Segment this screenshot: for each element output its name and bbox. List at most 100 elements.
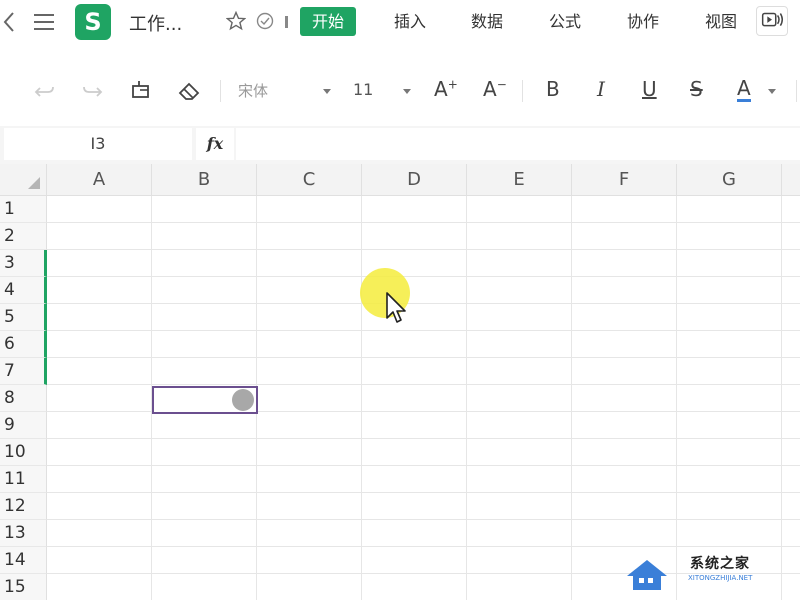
grid-cell[interactable] (677, 223, 782, 250)
row-header[interactable]: 9 (0, 412, 47, 439)
row-header[interactable]: 8 (0, 385, 47, 412)
tab-collaborate[interactable]: 协作 (627, 7, 659, 36)
grid-cell[interactable] (152, 196, 257, 223)
grid-cell[interactable] (152, 574, 257, 600)
grid-cell[interactable] (467, 304, 572, 331)
grid-cell[interactable] (257, 574, 362, 600)
grid-cell[interactable] (152, 304, 257, 331)
grid-cell[interactable] (572, 331, 677, 358)
grid-cell[interactable] (782, 223, 800, 250)
font-color-button[interactable]: A (737, 77, 751, 102)
grid-cell[interactable] (257, 331, 362, 358)
column-header[interactable]: G (677, 164, 782, 196)
grid-cell[interactable] (47, 466, 152, 493)
grid-cell[interactable] (572, 493, 677, 520)
grid-cell[interactable] (782, 466, 800, 493)
underline-button[interactable]: U (642, 77, 657, 101)
grid-cell[interactable] (677, 385, 782, 412)
grid-cell[interactable] (467, 385, 572, 412)
grid-cell[interactable] (572, 277, 677, 304)
row-header[interactable]: 4 (0, 277, 47, 304)
grid-cell[interactable] (257, 385, 362, 412)
grid-cell[interactable] (47, 412, 152, 439)
grid-cell[interactable] (257, 223, 362, 250)
grid-cell[interactable] (47, 439, 152, 466)
grid-cell[interactable] (362, 358, 467, 385)
grid-cell[interactable] (362, 547, 467, 574)
grid-cell[interactable] (467, 466, 572, 493)
grid-cell[interactable] (152, 223, 257, 250)
tab-insert[interactable]: 插入 (394, 7, 426, 36)
grid-cell[interactable] (47, 331, 152, 358)
tab-view[interactable]: 视图 (705, 7, 737, 36)
grid-cell[interactable] (257, 493, 362, 520)
row-header[interactable]: 13 (0, 520, 47, 547)
grid-cell[interactable] (467, 520, 572, 547)
grid-cell[interactable] (362, 520, 467, 547)
grid-cell[interactable] (572, 412, 677, 439)
column-header[interactable]: A (47, 164, 152, 196)
strikethrough-button[interactable]: S (690, 77, 703, 101)
grid-cell[interactable] (572, 466, 677, 493)
grid-cell[interactable] (467, 547, 572, 574)
row-header[interactable]: 3 (0, 250, 47, 277)
grid-cell[interactable] (152, 439, 257, 466)
grid-cell[interactable] (362, 223, 467, 250)
grid-cell[interactable] (257, 412, 362, 439)
grid-cell[interactable] (467, 277, 572, 304)
grid-cell[interactable] (467, 223, 572, 250)
column-header[interactable]: D (362, 164, 467, 196)
grid-cell[interactable] (782, 196, 800, 223)
grid-cell[interactable] (362, 439, 467, 466)
grid-cell[interactable] (362, 385, 467, 412)
grid-cell[interactable] (362, 196, 467, 223)
grid-cell[interactable] (152, 412, 257, 439)
grid-cell[interactable] (677, 412, 782, 439)
grid-cell[interactable] (257, 196, 362, 223)
grid-cell[interactable] (677, 250, 782, 277)
grid-cell[interactable] (152, 250, 257, 277)
grid-cell[interactable] (257, 250, 362, 277)
hamburger-menu-icon[interactable] (33, 12, 55, 32)
back-icon[interactable] (2, 10, 16, 34)
row-header[interactable]: 14 (0, 547, 47, 574)
clear-format-button[interactable] (176, 78, 202, 104)
grid-cell[interactable] (782, 412, 800, 439)
undo-button[interactable] (32, 78, 58, 104)
grid-cell[interactable] (467, 358, 572, 385)
font-size-select[interactable]: 11 (353, 80, 373, 99)
row-header[interactable]: 1 (0, 196, 47, 223)
grid-cell[interactable] (782, 520, 800, 547)
grid-cell[interactable] (47, 547, 152, 574)
column-header[interactable]: E (467, 164, 572, 196)
saved-check-icon[interactable] (256, 12, 274, 30)
grid-cell[interactable] (782, 358, 800, 385)
grid-cell[interactable] (362, 466, 467, 493)
row-header[interactable]: 11 (0, 466, 47, 493)
grid-cell[interactable] (152, 466, 257, 493)
grid-cell[interactable] (572, 304, 677, 331)
grid-cell[interactable] (257, 304, 362, 331)
grid-cell[interactable] (47, 196, 152, 223)
grid-cell[interactable] (47, 304, 152, 331)
grid-cell[interactable] (677, 520, 782, 547)
grid-cell[interactable] (47, 493, 152, 520)
grid-cell[interactable] (572, 439, 677, 466)
grid-cell[interactable] (47, 520, 152, 547)
grid-cell[interactable] (362, 493, 467, 520)
grid-cell[interactable] (467, 439, 572, 466)
grid-cell[interactable] (677, 331, 782, 358)
grid-cell[interactable] (47, 385, 152, 412)
grid-cell[interactable] (362, 574, 467, 600)
row-header[interactable]: 5 (0, 304, 47, 331)
grid-cell[interactable] (152, 331, 257, 358)
grid-cell[interactable] (47, 223, 152, 250)
star-icon[interactable] (226, 11, 246, 31)
row-header[interactable]: 12 (0, 493, 47, 520)
tab-data[interactable]: 数据 (471, 7, 503, 36)
grow-font-button[interactable]: A+ (434, 77, 458, 101)
row-header[interactable]: 7 (0, 358, 47, 385)
grid-cell[interactable] (572, 385, 677, 412)
grid-cell[interactable] (257, 277, 362, 304)
grid-cell[interactable] (677, 439, 782, 466)
